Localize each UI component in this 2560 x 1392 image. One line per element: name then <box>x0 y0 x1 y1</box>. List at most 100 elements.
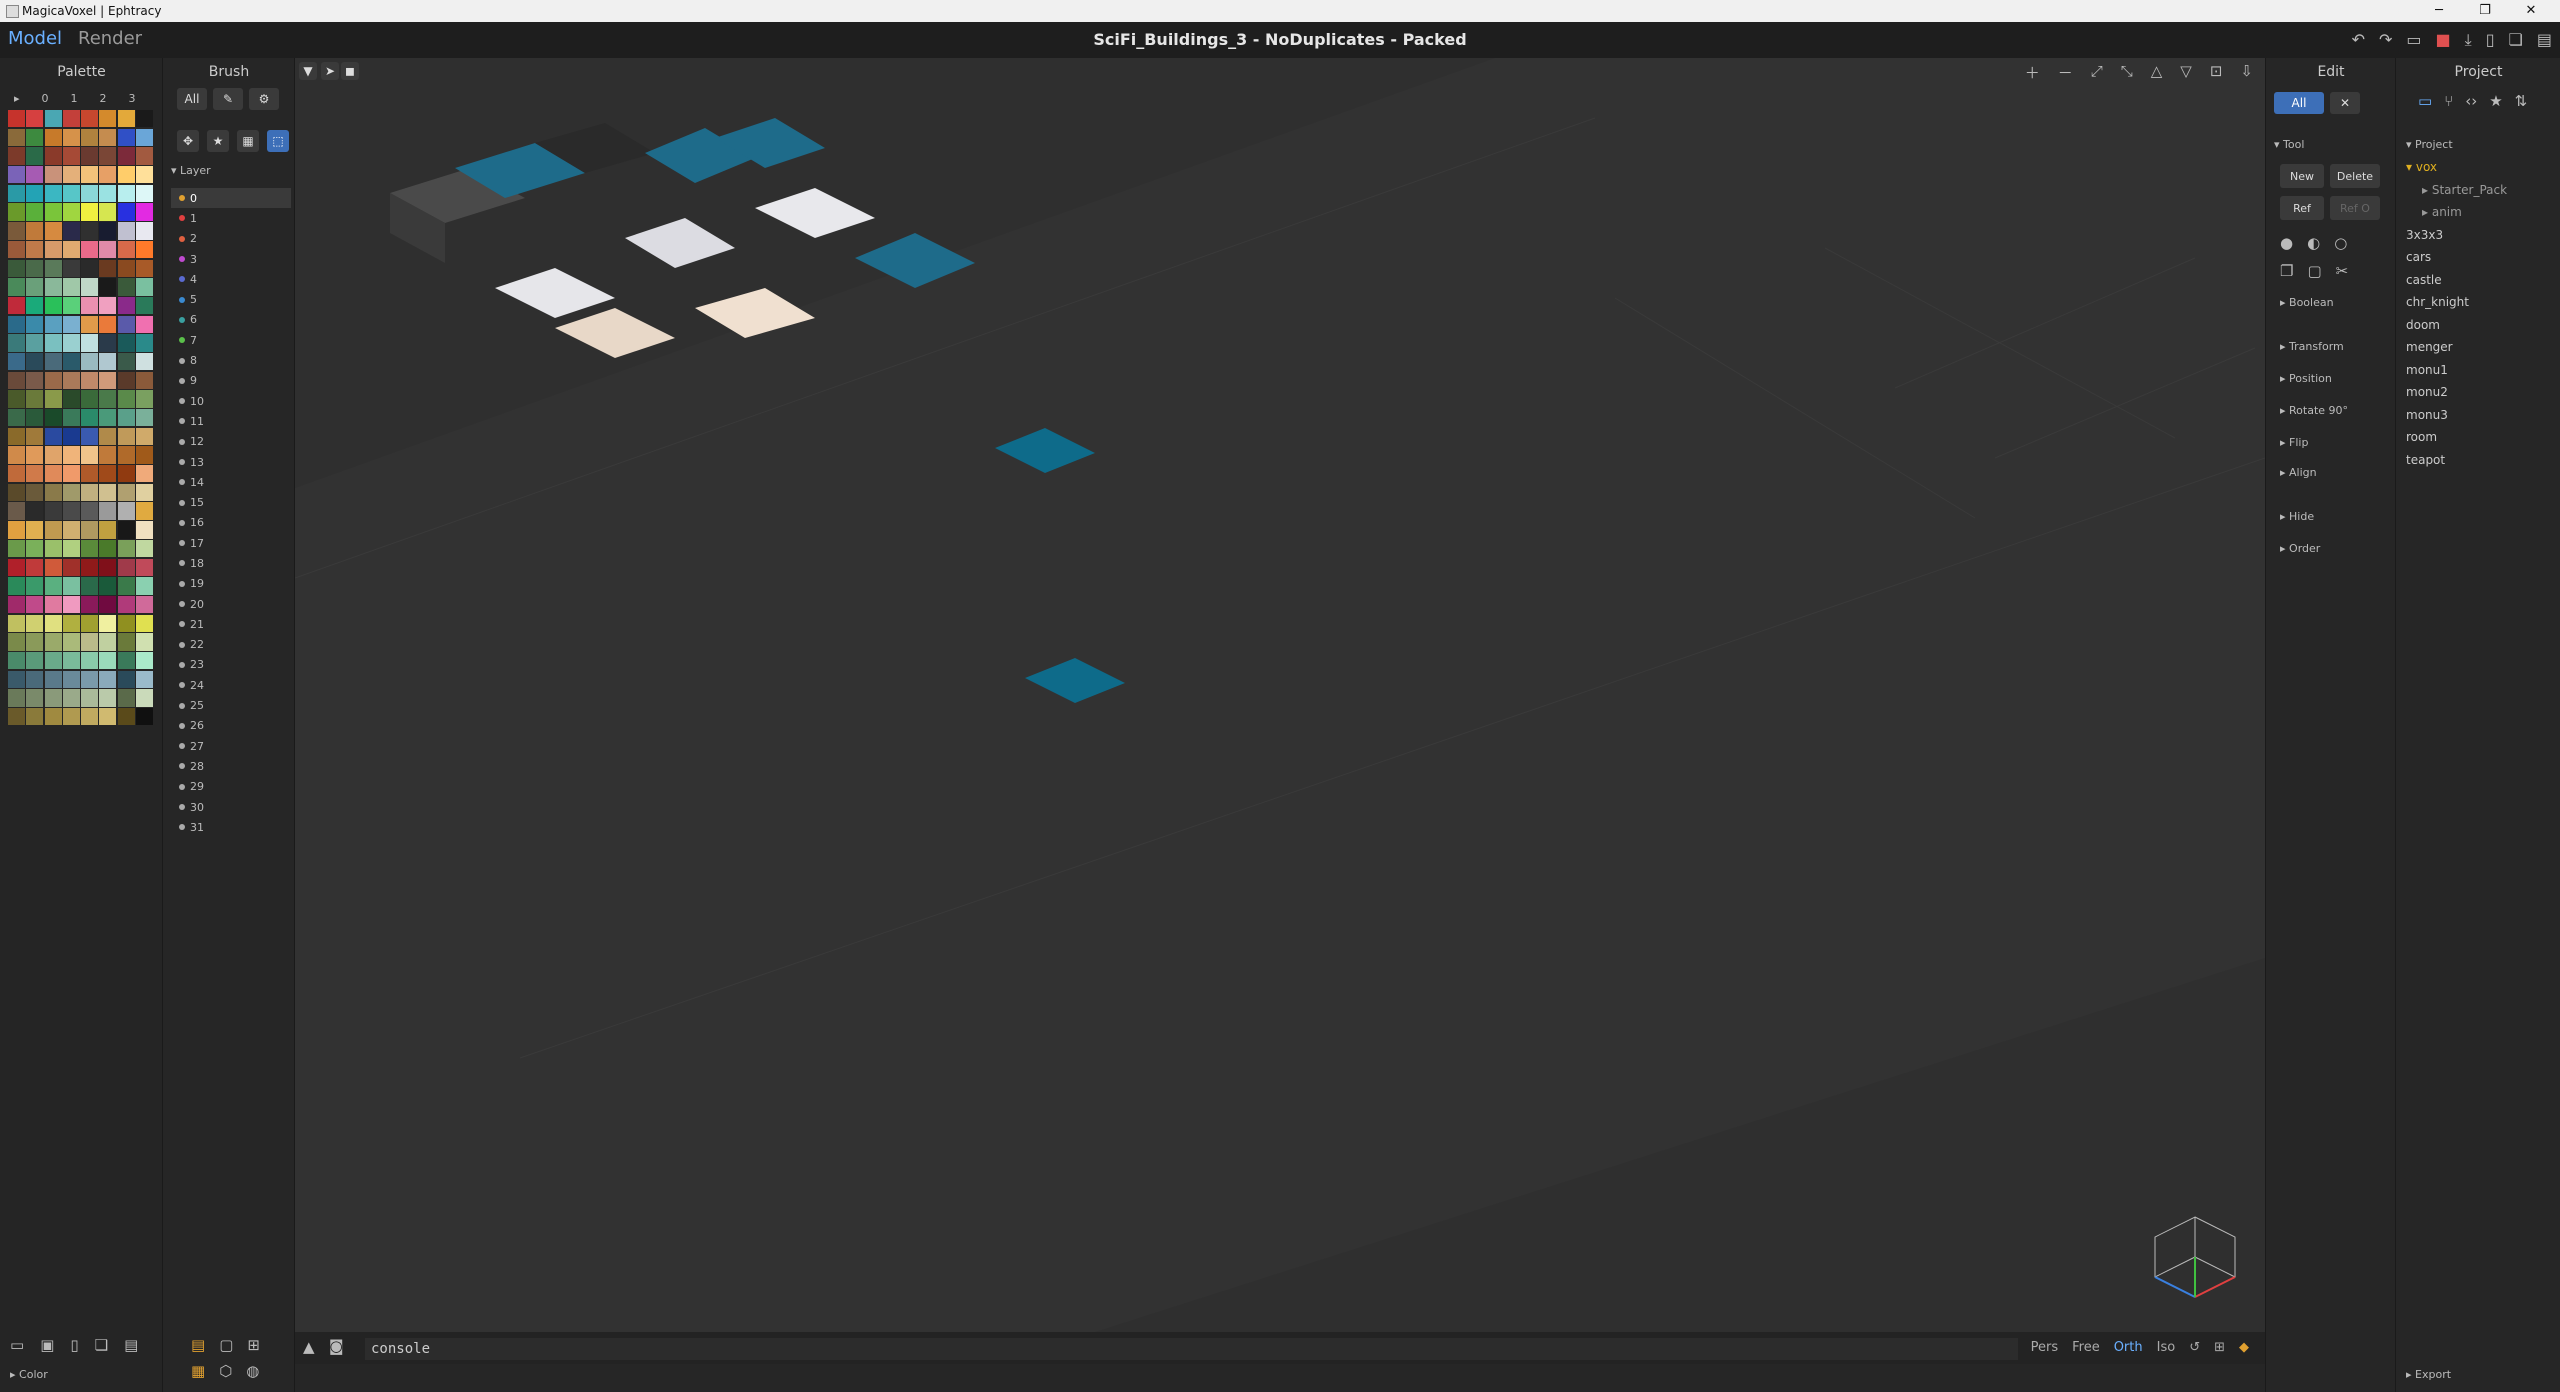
palette-swatch[interactable] <box>8 184 25 203</box>
layer-item[interactable]: 9 <box>171 371 291 391</box>
palette-swatch[interactable] <box>44 521 62 539</box>
palette-swatch[interactable] <box>136 259 154 277</box>
palette-swatch[interactable] <box>8 203 25 221</box>
palette-swatch[interactable] <box>99 633 117 651</box>
layer-item[interactable]: 29 <box>171 777 291 797</box>
download-icon[interactable]: ⇩ <box>2240 62 2253 83</box>
palette-swatch[interactable] <box>8 110 25 128</box>
palette-page-3[interactable]: 3 <box>129 92 136 105</box>
palette-swatch[interactable] <box>136 670 154 689</box>
ref-button[interactable]: Ref <box>2280 196 2324 220</box>
palette-swatch[interactable] <box>117 689 135 707</box>
palette-swatch[interactable] <box>81 614 99 632</box>
palette-swatch[interactable] <box>136 390 154 408</box>
tool-section-arrow[interactable]: ▾ <box>2274 138 2283 151</box>
export-icon[interactable]: ⤓ <box>2465 30 2472 50</box>
palette-swatch[interactable] <box>8 651 25 670</box>
palette-swatch[interactable] <box>26 278 44 296</box>
triangle-down-icon[interactable]: ▽ <box>2180 62 2192 83</box>
section-align[interactable]: ▸ Align <box>2280 466 2317 479</box>
project-file-item[interactable]: menger <box>2406 336 2556 359</box>
palette-swatch[interactable] <box>44 315 62 333</box>
palette-swatch[interactable] <box>136 203 154 221</box>
project-file-item[interactable]: chr_knight <box>2406 291 2556 314</box>
palette-swatch[interactable] <box>81 371 99 390</box>
palette-swatch[interactable] <box>117 595 135 614</box>
palette-swatch[interactable] <box>99 521 117 539</box>
tool-frame-icon[interactable]: ▢ <box>219 1336 233 1354</box>
palette-swatch[interactable] <box>136 577 154 595</box>
palette-swatch[interactable] <box>8 240 25 259</box>
palette-swatch[interactable] <box>117 371 135 390</box>
section-position[interactable]: ▸ Position <box>2280 372 2332 385</box>
palette-swatch[interactable] <box>26 334 44 352</box>
layer-item[interactable]: 30 <box>171 797 291 817</box>
star-icon[interactable]: ★ <box>207 130 229 152</box>
triangle-up-icon[interactable]: △ <box>2151 62 2163 83</box>
brush-gear-icon[interactable]: ⚙ <box>249 88 279 110</box>
palette-swatch[interactable] <box>81 483 99 502</box>
palette-swatch[interactable] <box>99 614 117 632</box>
layer-item[interactable]: 3 <box>171 249 291 269</box>
palette-swatch[interactable] <box>117 427 135 446</box>
palette-swatch[interactable] <box>117 521 135 539</box>
palette-swatch[interactable] <box>136 278 154 296</box>
palette-swatch[interactable] <box>62 427 80 446</box>
sort-icon[interactable]: ⇅ <box>2515 92 2528 110</box>
palette-swatch[interactable] <box>44 390 62 408</box>
grid-icon[interactable]: ▦ <box>237 130 259 152</box>
palette-swatch[interactable] <box>81 409 99 427</box>
color-section-label[interactable]: Color <box>19 1368 48 1381</box>
fit-icon[interactable]: ⊡ <box>2210 62 2223 83</box>
palette-swatch[interactable] <box>117 633 135 651</box>
delete-button[interactable]: Delete <box>2330 164 2380 188</box>
orientation-cube-icon[interactable] <box>2140 1207 2250 1307</box>
palette-swatch[interactable] <box>62 147 80 165</box>
palette-swatch[interactable] <box>62 128 80 147</box>
palette-swatch[interactable] <box>26 390 44 408</box>
palette-swatch[interactable] <box>136 465 154 483</box>
palette-swatch[interactable] <box>8 409 25 427</box>
close-button[interactable]: ✕ <box>2508 0 2554 22</box>
palette-swatch[interactable] <box>99 558 117 576</box>
palette-swatch[interactable] <box>81 465 99 483</box>
tree-icon[interactable]: ⑂ <box>2444 92 2453 110</box>
palette-swatch[interactable] <box>26 595 44 614</box>
palette-swatch[interactable] <box>8 259 25 277</box>
section-transform[interactable]: ▸ Transform <box>2280 340 2344 353</box>
palette-swatch[interactable] <box>62 689 80 707</box>
tool-sphere-icon[interactable]: ◍ <box>246 1362 259 1380</box>
palette-swatch[interactable] <box>62 278 80 296</box>
palette-swatch[interactable] <box>117 409 135 427</box>
palette-swatch[interactable] <box>62 184 80 203</box>
palette-swatch[interactable] <box>117 240 135 259</box>
palette-swatch[interactable] <box>117 651 135 670</box>
palette-swatch[interactable] <box>26 465 44 483</box>
palette-swatch[interactable] <box>81 128 99 147</box>
palette-swatch[interactable] <box>44 539 62 558</box>
palette-swatch[interactable] <box>62 577 80 595</box>
palette-swatch[interactable] <box>8 521 25 539</box>
palette-swatch[interactable] <box>62 203 80 221</box>
layer-item[interactable]: 10 <box>171 391 291 411</box>
palette-swatch[interactable] <box>99 595 117 614</box>
palette-swatch[interactable] <box>44 427 62 446</box>
palette-swatch[interactable] <box>8 502 25 520</box>
tool-section-label[interactable]: Tool <box>2283 138 2304 151</box>
palette-swatch[interactable] <box>62 110 80 128</box>
palette-swatch[interactable] <box>62 595 80 614</box>
render-cube-icon[interactable]: ◆ <box>2239 1340 2249 1355</box>
palette-swatch[interactable] <box>81 222 99 240</box>
palette-swatch[interactable] <box>117 483 135 502</box>
palette-swatch[interactable] <box>81 203 99 221</box>
select-box-icon[interactable]: ⬚ <box>267 130 289 152</box>
reset-view-icon[interactable]: ↺ <box>2189 1340 2200 1355</box>
palette-swatch[interactable] <box>136 483 154 502</box>
palette-swatch[interactable] <box>26 446 44 464</box>
palette-swatch[interactable] <box>99 352 117 371</box>
layer-item[interactable]: 5 <box>171 289 291 309</box>
palette-swatch[interactable] <box>136 334 154 352</box>
palette-swatch[interactable] <box>81 502 99 520</box>
palette-swatch[interactable] <box>44 670 62 689</box>
palette-swatch[interactable] <box>62 521 80 539</box>
